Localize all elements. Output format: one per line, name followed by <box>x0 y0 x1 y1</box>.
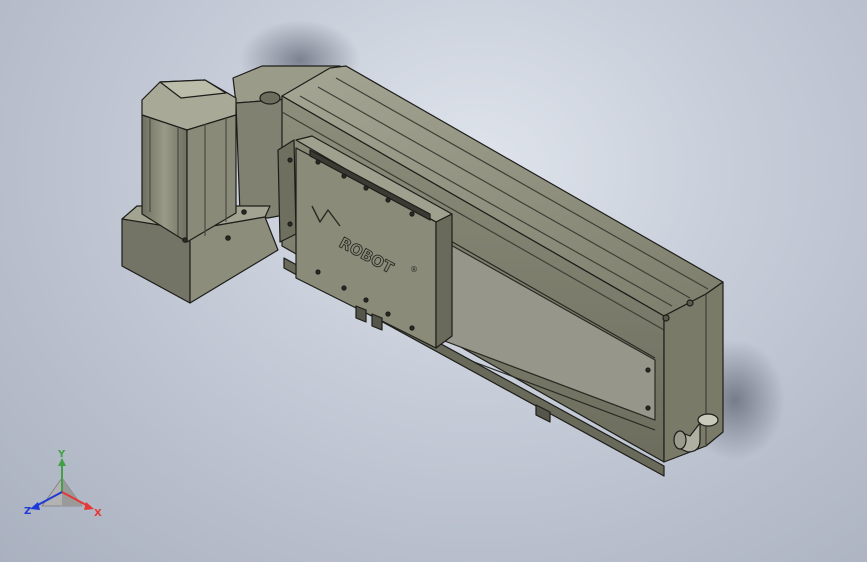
cad-viewport[interactable]: ROBOT ® Y X Z <box>0 0 867 562</box>
linear-actuator-model[interactable]: ROBOT ® <box>121 65 724 477</box>
z-axis-label: Z <box>24 506 31 517</box>
x-axis-label: X <box>94 508 102 519</box>
coordinate-triad-icon[interactable]: Y X Z <box>24 450 104 520</box>
y-axis-label: Y <box>57 450 66 460</box>
model-canvas[interactable]: ROBOT ® <box>0 0 867 562</box>
brand-registered-mark: ® <box>410 265 418 274</box>
